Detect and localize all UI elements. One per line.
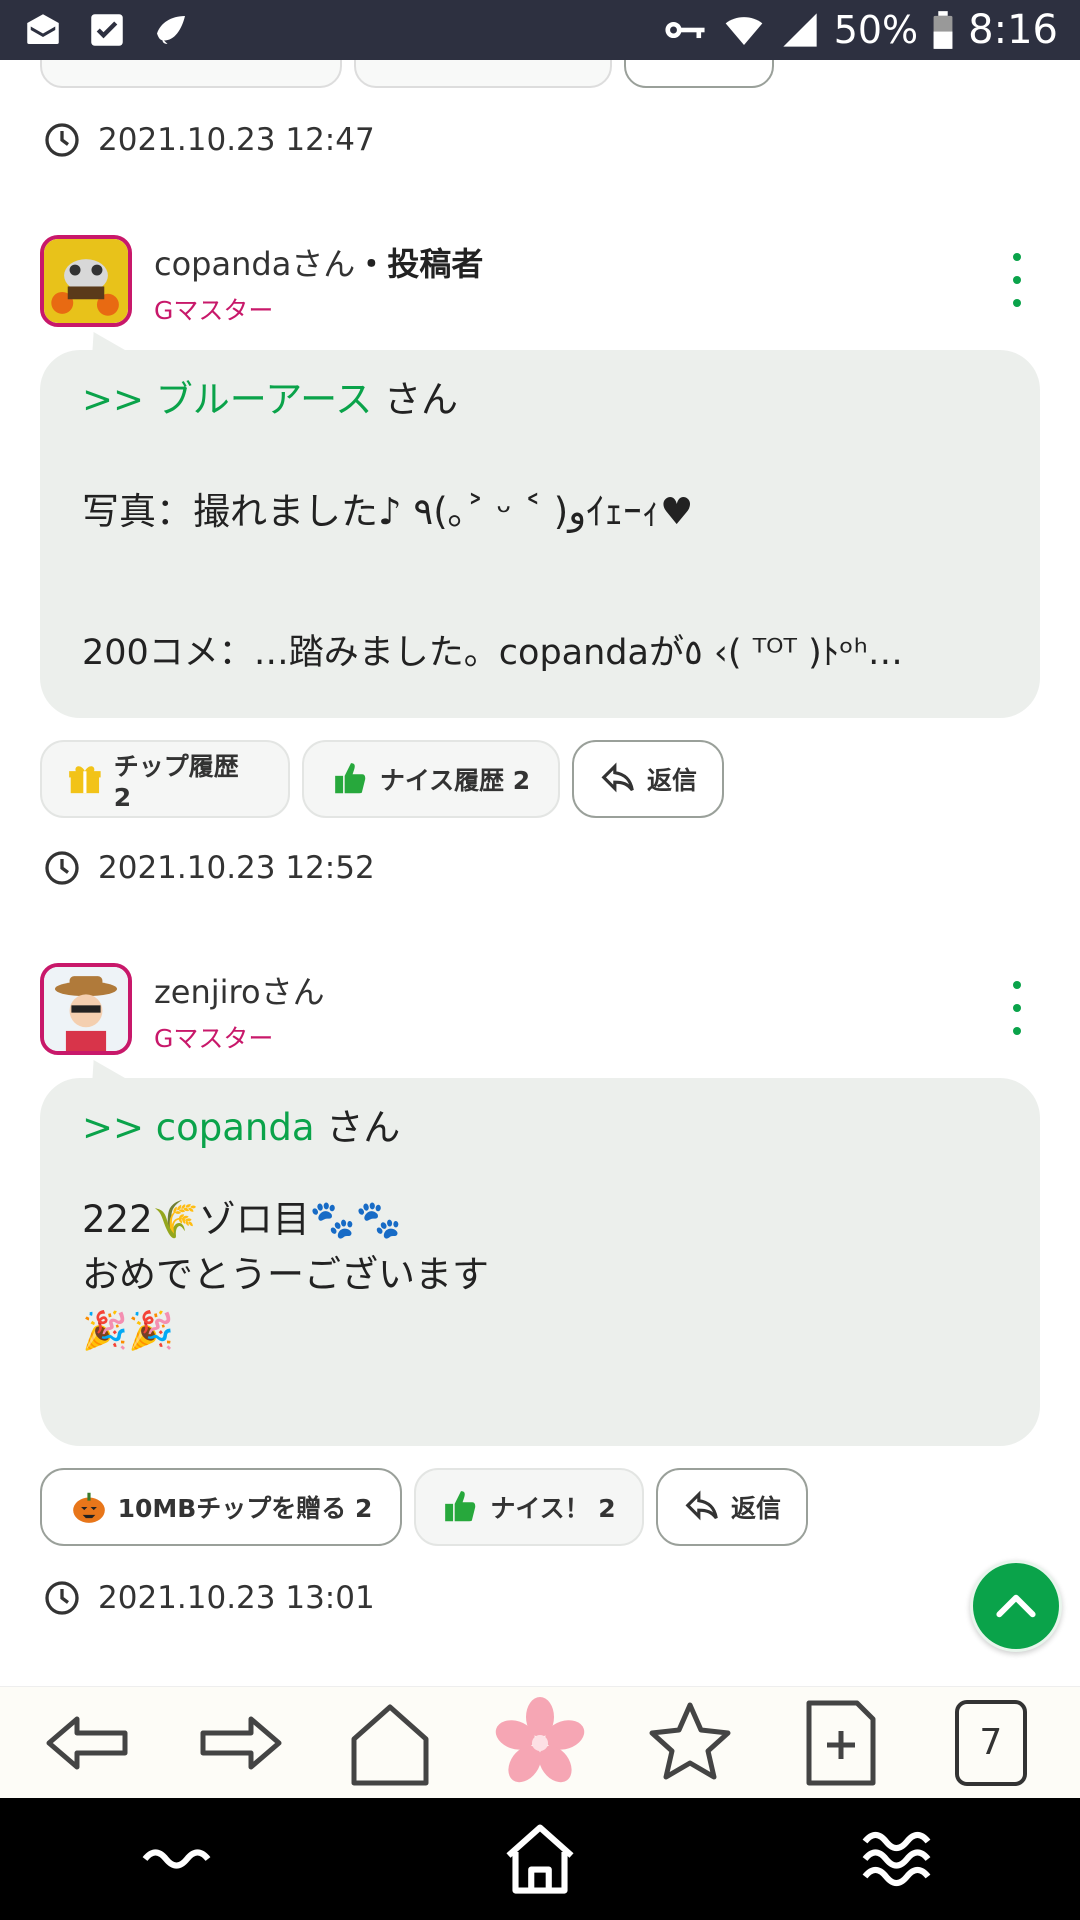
comment-line: 200コメ：…踏みました。copandaが٥ ‹( ᵀᴼᵀ )ﾄᵒʰ… — [82, 633, 903, 673]
nice-button[interactable]: ナイス！ 2 — [414, 1468, 644, 1546]
signal-icon — [783, 13, 817, 47]
poster-tag: ・投稿者 — [355, 245, 484, 283]
comment-body: >> ブルーアース さん 写真：撮れました♪ ٩(｡˃ ᵕ ˂ )وｲｪｰｨ♥ … — [40, 350, 1040, 718]
tab-count: 7 — [954, 1699, 1027, 1786]
star-icon — [649, 1702, 731, 1779]
gift-icon — [69, 766, 101, 794]
status-bar: 50% 8:16 — [0, 0, 1080, 60]
key-icon — [665, 21, 705, 39]
forward-button[interactable] — [184, 1693, 294, 1793]
nice-history-button[interactable]: ナイス履歴 2 — [302, 740, 560, 818]
more-vert-icon[interactable] — [1002, 981, 1032, 1035]
scroll-top-button[interactable] — [970, 1560, 1062, 1652]
battery-icon — [933, 11, 953, 49]
comment-thread[interactable]: 2021.10.23 12:47 copandaさん・投稿者 Gマスター >> … — [0, 60, 1080, 1686]
battery-percent: 50% — [833, 8, 919, 52]
avatar[interactable] — [40, 963, 132, 1055]
home-icon — [351, 1704, 429, 1785]
reply-button[interactable]: 返信 — [572, 740, 724, 818]
arrow-up-icon — [996, 1594, 1036, 1618]
recent-apps-button[interactable] — [120, 1809, 240, 1909]
back-nav-button[interactable] — [840, 1809, 960, 1909]
reply-icon — [685, 1490, 718, 1521]
sakura-button[interactable] — [485, 1693, 595, 1793]
browser-toolbar: 7 — [0, 1686, 1080, 1798]
clock-icon — [45, 1581, 79, 1615]
sakura-icon — [495, 1696, 585, 1782]
comment-line: おめでとうーございます — [82, 1253, 489, 1296]
home-house-icon — [506, 1824, 574, 1894]
reply-mention[interactable]: >> ブルーアース — [82, 378, 372, 421]
rank-badge: Gマスター — [154, 1024, 274, 1053]
post-header: copandaさん・投稿者 Gマスター — [40, 235, 1040, 331]
previous-reply-button[interactable] — [624, 60, 774, 88]
post-timestamp: 2021.10.23 13:01 — [44, 1580, 375, 1616]
post-timestamp: 2021.10.23 12:47 — [44, 122, 375, 158]
home-button[interactable] — [335, 1693, 445, 1793]
back-icon — [46, 1716, 128, 1769]
back-nav-icon — [862, 1831, 931, 1887]
comment-line: 写真：撮れました♪ ٩(｡˃ ᵕ ˂ )وｲｪｰｨ♥ — [82, 489, 694, 533]
thumbs-up-icon — [334, 763, 366, 794]
more-vert-icon[interactable] — [1002, 253, 1032, 307]
leaf-icon — [157, 16, 185, 44]
system-nav-bar — [0, 1798, 1080, 1920]
tip-history-button[interactable]: チップ履歴 2 — [40, 740, 290, 818]
post-header: zenjiroさん Gマスター — [40, 963, 1040, 1059]
avatar[interactable] — [40, 235, 132, 327]
pumpkin-icon — [72, 1492, 105, 1523]
action-row: チップ履歴 2 ナイス履歴 2 返信 — [40, 740, 724, 818]
action-row: 10MBチップを贈る 2 ナイス！ 2 返信 — [40, 1468, 808, 1546]
previous-tip-button[interactable] — [40, 60, 342, 88]
reply-button[interactable]: 返信 — [656, 1468, 808, 1546]
reply-icon — [601, 762, 634, 793]
previous-action-row — [40, 60, 774, 88]
forward-icon — [200, 1716, 282, 1769]
reply-mention[interactable]: >> copanda — [82, 1106, 315, 1149]
email-icon — [27, 14, 59, 44]
send-tip-button[interactable]: 10MBチップを贈る 2 — [40, 1468, 402, 1546]
comment-line: 🎉🎉 — [82, 1308, 175, 1352]
previous-nice-button[interactable] — [354, 60, 612, 88]
home-nav-button[interactable] — [480, 1809, 600, 1909]
post-timestamp: 2021.10.23 12:52 — [44, 850, 375, 886]
clock-time: 8:16 — [968, 7, 1058, 53]
thumbs-up-icon — [445, 1491, 476, 1522]
recent-apps-icon — [142, 1849, 211, 1869]
comment-line: 222🌾ゾロ目🐾🐾 — [82, 1197, 402, 1241]
wifi-icon — [725, 17, 763, 45]
clipboard-check-icon — [91, 14, 123, 46]
clock-icon — [45, 123, 79, 157]
back-button[interactable] — [34, 1693, 144, 1793]
new-tab-icon — [806, 1700, 876, 1785]
tabs-button[interactable]: 7 — [936, 1693, 1046, 1793]
rank-badge: Gマスター — [154, 296, 274, 325]
bookmark-button[interactable] — [635, 1693, 745, 1793]
author-name[interactable]: zenjiroさん — [154, 967, 325, 1013]
clock-icon — [45, 851, 79, 885]
author-name[interactable]: copandaさん・投稿者 — [154, 239, 483, 285]
new-tab-button[interactable] — [786, 1693, 896, 1793]
comment-body: >> copanda さん 222🌾ゾロ目🐾🐾 おめでとうーございます 🎉🎉 — [40, 1078, 1040, 1446]
